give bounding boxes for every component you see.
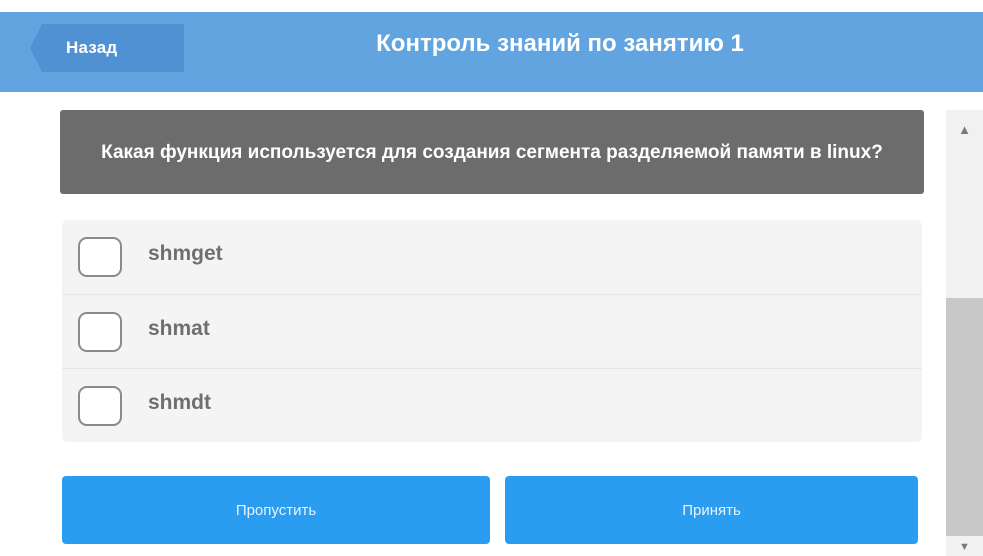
header-bar: Назад Контроль знаний по занятию 1 xyxy=(0,0,983,92)
accept-button[interactable]: Принять xyxy=(505,476,918,544)
answer-option[interactable]: shmdt xyxy=(62,368,922,442)
answer-option[interactable]: shmget xyxy=(62,220,922,293)
scroll-up-icon[interactable]: ▲ xyxy=(946,110,983,148)
answer-option-label: shmget xyxy=(148,242,223,265)
answer-option-label: shmdt xyxy=(148,391,211,414)
scroll-thumb[interactable] xyxy=(946,298,983,536)
question-box: Какая функция используется для создания … xyxy=(60,110,924,194)
scroll-down-icon[interactable]: ▼ xyxy=(946,538,983,556)
checkbox[interactable] xyxy=(78,237,122,277)
vertical-scrollbar[interactable]: ▲ ▼ xyxy=(946,110,983,556)
skip-button-label: Пропустить xyxy=(235,501,317,519)
back-button[interactable]: Назад xyxy=(30,24,184,72)
skip-button[interactable]: Пропустить xyxy=(62,476,490,544)
answer-option[interactable]: shmat xyxy=(62,294,922,368)
answer-option-label: shmat xyxy=(148,317,210,340)
checkbox[interactable] xyxy=(78,386,122,426)
back-button-label: Назад xyxy=(66,38,118,57)
header-top-strip xyxy=(0,0,983,12)
answer-options-list: shmget shmat shmdt xyxy=(62,220,922,442)
question-text: Какая функция используется для создания … xyxy=(101,141,883,163)
checkbox[interactable] xyxy=(78,312,122,352)
page-title: Контроль знаний по занятию 1 xyxy=(376,30,744,57)
accept-button-label: Принять xyxy=(682,501,741,519)
